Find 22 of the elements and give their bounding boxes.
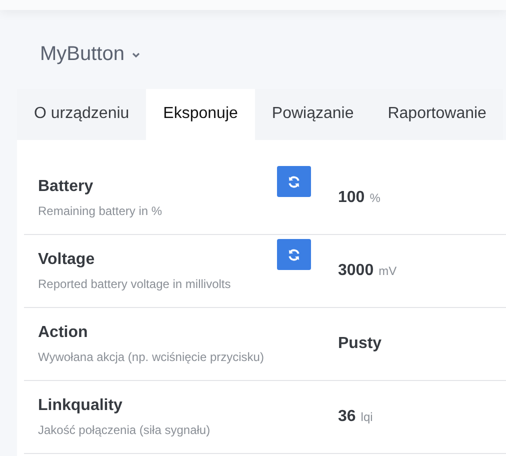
expose-value: Pusty bbox=[338, 335, 382, 353]
chevron-down-icon[interactable] bbox=[132, 52, 140, 58]
expose-value: 3000 bbox=[338, 262, 374, 280]
refresh-icon bbox=[287, 248, 301, 262]
tab[interactable]: Eksponuje bbox=[146, 89, 255, 140]
expose-value: 100 bbox=[338, 189, 365, 207]
expose-description: Remaining battery in % bbox=[38, 204, 164, 218]
expose-description: Jakość połączenia (siła sygnału) bbox=[38, 423, 212, 437]
expose-unit: mV bbox=[378, 264, 397, 278]
device-title[interactable]: MyButton bbox=[40, 42, 124, 66]
expose-unit: % bbox=[370, 191, 380, 205]
expose-unit: lqi bbox=[360, 410, 373, 424]
expose-description: Reported battery voltage in millivolts bbox=[38, 277, 232, 291]
refresh-button[interactable] bbox=[277, 166, 311, 197]
refresh-button[interactable] bbox=[277, 239, 311, 270]
expose-description: Wywołana akcja (np. wciśnięcie przycisku) bbox=[38, 350, 265, 364]
refresh-icon bbox=[287, 174, 301, 188]
expose-value: 36 bbox=[338, 408, 356, 426]
expose-name: Voltage bbox=[38, 251, 96, 269]
expose-name: Battery bbox=[38, 178, 94, 196]
expose-name: Linkquality bbox=[38, 397, 124, 415]
expose-name: Action bbox=[38, 324, 89, 342]
